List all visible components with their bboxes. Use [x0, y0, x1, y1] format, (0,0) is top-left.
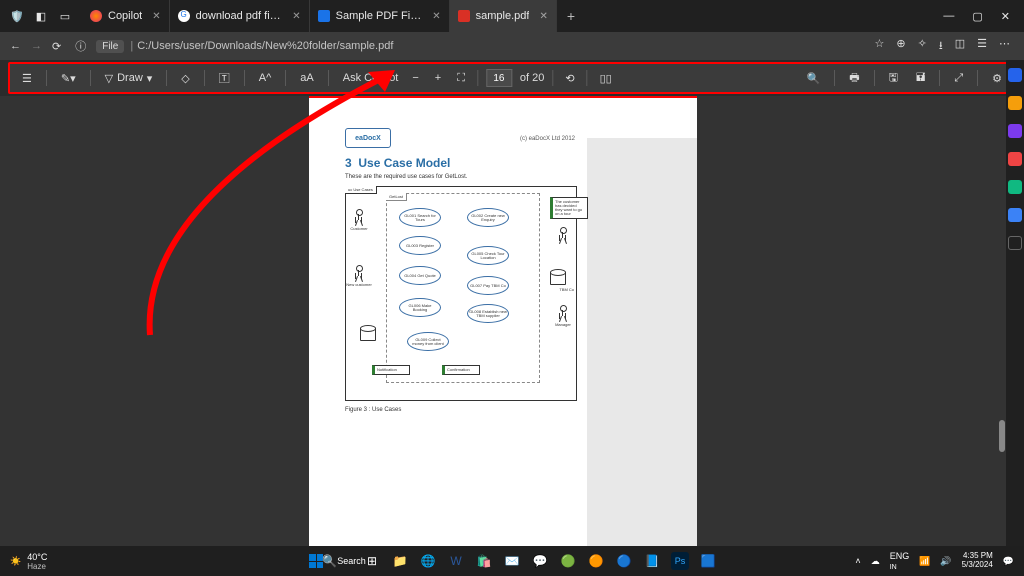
- app-icon[interactable]: 📘: [643, 552, 661, 570]
- edge-sidebar: [1006, 60, 1024, 546]
- tab-copilot[interactable]: Copilot ✕: [82, 0, 170, 32]
- text-icon[interactable]: 🅃: [215, 68, 234, 88]
- app-icon[interactable]: 🟢: [559, 552, 577, 570]
- app-icon[interactable]: 🟠: [587, 552, 605, 570]
- clock[interactable]: 4:35 PM 5/3/2024: [962, 552, 993, 570]
- highlight-icon[interactable]: ✎▾: [57, 70, 80, 87]
- scrollbar-thumb[interactable]: [999, 420, 1005, 452]
- rotate-icon[interactable]: ⟲: [561, 70, 578, 87]
- close-icon[interactable]: ✕: [152, 11, 160, 22]
- search-pdf-icon[interactable]: 🔍: [802, 70, 824, 87]
- sidebar-app-icon[interactable]: [1008, 124, 1022, 138]
- tab-label: Copilot: [108, 10, 142, 22]
- print-icon[interactable]: 🖶: [845, 67, 863, 90]
- language-indicator[interactable]: ENGIN: [890, 551, 910, 571]
- minimize-icon[interactable]: —: [943, 10, 954, 23]
- close-icon[interactable]: ✕: [432, 11, 440, 22]
- workspaces-icon[interactable]: ◧: [34, 9, 48, 23]
- explorer-icon[interactable]: 📁: [391, 552, 409, 570]
- forward-icon[interactable]: →: [31, 40, 42, 53]
- weather-icon: ☀️: [10, 556, 21, 567]
- wifi-icon[interactable]: 📶: [919, 556, 930, 567]
- edge-icon[interactable]: 🌐: [419, 552, 437, 570]
- translate-icon[interactable]: aA: [296, 70, 317, 86]
- sidebar-add-icon[interactable]: [1008, 236, 1022, 250]
- tab-actions-icon[interactable]: ▭: [58, 9, 72, 23]
- title-bar: 🛡️ ◧ ▭ Copilot ✕ G download pdf file sam…: [0, 0, 1024, 32]
- collections-icon[interactable]: ✧: [918, 37, 927, 56]
- sidebar-app-icon[interactable]: [1008, 96, 1022, 110]
- protocol-chip: File: [96, 40, 124, 53]
- read-aloud-button[interactable]: A^: [255, 70, 276, 86]
- settings-icon[interactable]: ⚙: [988, 70, 1006, 87]
- site-info-icon[interactable]: ⓘ: [75, 38, 86, 54]
- fullscreen-icon[interactable]: ⤢: [950, 70, 967, 87]
- sidebar-app-icon[interactable]: [1008, 208, 1022, 222]
- downloads-icon[interactable]: ⭳: [939, 37, 943, 56]
- page-number-input[interactable]: [486, 69, 512, 87]
- notifications-icon[interactable]: 💬: [1003, 556, 1014, 567]
- chrome-icon[interactable]: 🔵: [615, 552, 633, 570]
- more-icon[interactable]: ⋯: [999, 37, 1010, 56]
- page-title: 3 Use Case Model: [345, 156, 577, 170]
- close-icon[interactable]: ✕: [539, 11, 547, 22]
- profile-icon[interactable]: ☰: [977, 37, 987, 56]
- task-view-icon[interactable]: ⊞: [363, 552, 381, 570]
- app-menu-icon[interactable]: 🛡️: [10, 9, 24, 23]
- app-icon[interactable]: 🟦: [699, 552, 717, 570]
- saveas-icon[interactable]: 🖬: [912, 67, 929, 90]
- tab-label: sample.pdf: [476, 10, 530, 22]
- close-icon[interactable]: ✕: [292, 11, 300, 22]
- page-view-icon[interactable]: ▯▯: [596, 70, 616, 87]
- mail-icon[interactable]: ✉️: [503, 552, 521, 570]
- tab-pdf[interactable]: sample.pdf ✕: [450, 0, 557, 32]
- zoom-in-button[interactable]: +: [431, 70, 445, 86]
- draw-button[interactable]: ▽ Draw ▾: [101, 70, 157, 87]
- ask-copilot-button[interactable]: Ask Copilot: [339, 70, 403, 86]
- volume-icon[interactable]: 🔊: [940, 556, 951, 567]
- maximize-icon[interactable]: ▢: [972, 10, 982, 23]
- url-text[interactable]: C:/Users/user/Downloads/New%20folder/sam…: [137, 40, 860, 52]
- erase-icon[interactable]: ◇: [177, 70, 193, 87]
- app-icon[interactable]: 💬: [531, 552, 549, 570]
- weather-widget[interactable]: ☀️ 40°C Haze: [0, 552, 57, 571]
- tray-chevron-icon[interactable]: ˄: [855, 556, 860, 566]
- taskbar: ☀️ 40°C Haze 🔍 Search ⊞ 📁 🌐 W 🛍️ ✉️ 💬 🟢 …: [0, 546, 1024, 576]
- save-icon[interactable]: 🖫: [885, 67, 902, 90]
- address-bar: ← → ⟳ ⓘ File | C:/Users/user/Downloads/N…: [0, 32, 1024, 60]
- back-icon[interactable]: ←: [10, 40, 21, 53]
- sidebar-copilot-icon[interactable]: [1008, 68, 1022, 82]
- onedrive-icon[interactable]: ☁: [871, 556, 880, 567]
- fit-page-icon[interactable]: ⛶: [453, 70, 469, 87]
- pdf-toolbar: ☰ ✎▾ ▽ Draw ▾ ◇ 🅃 A^ aA Ask Copilot − + …: [8, 62, 1016, 94]
- zoom-out-button[interactable]: −: [408, 70, 422, 86]
- star-icon[interactable]: ☆: [875, 37, 885, 56]
- tab-search[interactable]: G download pdf file sample - Sea… ✕: [170, 0, 310, 32]
- tab-strip: Copilot ✕ G download pdf file sample - S…: [82, 0, 929, 32]
- contents-icon[interactable]: ☰: [18, 70, 36, 87]
- word-icon[interactable]: W: [447, 552, 465, 570]
- logo: eaDocX: [345, 128, 391, 148]
- tab-label: Sample PDF Files Download - G…: [336, 10, 423, 22]
- store-icon[interactable]: 🛍️: [475, 552, 493, 570]
- figure-caption: Figure 3 : Use Cases: [345, 407, 577, 413]
- page-total: of 20: [520, 72, 544, 84]
- subtitle: These are the required use cases for Get…: [345, 174, 577, 180]
- tab-sample-site[interactable]: Sample PDF Files Download - G… ✕: [310, 0, 450, 32]
- extension-icon[interactable]: ⊕: [896, 37, 905, 56]
- pdf-viewer[interactable]: (c) eaDocX Ltd 2012 eaDocX 3 Use Case Mo…: [0, 96, 1006, 546]
- tab-label: download pdf file sample - Sea…: [196, 10, 283, 22]
- weather-cond: Haze: [27, 562, 47, 571]
- close-window-icon[interactable]: ✕: [1001, 10, 1010, 23]
- use-case-diagram: uc Use Cases GetLost GL001 Search for To…: [345, 186, 577, 401]
- split-icon[interactable]: ◫: [955, 37, 965, 56]
- search-button[interactable]: 🔍 Search: [335, 552, 353, 570]
- photoshop-icon[interactable]: Ps: [671, 552, 689, 570]
- weather-temp: 40°C: [27, 552, 47, 562]
- sidebar-app-icon[interactable]: [1008, 180, 1022, 194]
- new-tab-button[interactable]: +: [557, 0, 585, 32]
- sidebar-app-icon[interactable]: [1008, 152, 1022, 166]
- pdf-page: (c) eaDocX Ltd 2012 eaDocX 3 Use Case Mo…: [309, 96, 697, 546]
- refresh-icon[interactable]: ⟳: [52, 40, 61, 53]
